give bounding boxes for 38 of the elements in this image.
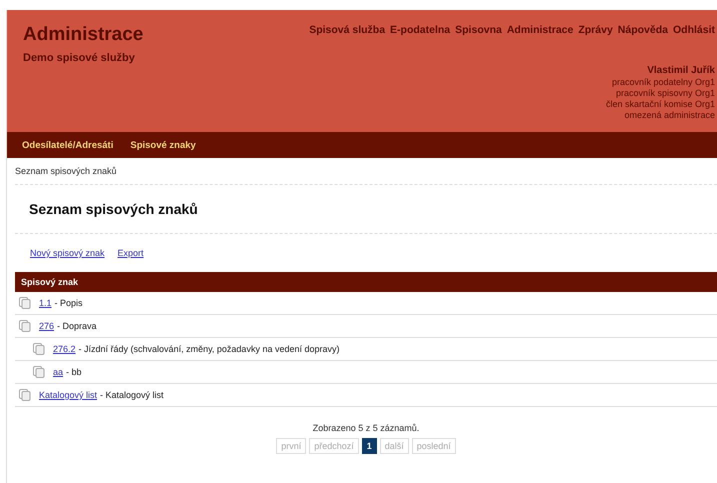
code-link[interactable]: 276.2 — [53, 344, 76, 354]
action-link[interactable]: Nový spisový znak — [30, 248, 105, 258]
menu-link[interactable]: E-podatelna — [390, 24, 450, 36]
code-link[interactable]: aa — [53, 367, 64, 377]
page-heading: Seznam spisových znaků — [29, 201, 198, 217]
user-role: pracovník podatelny Org1 — [612, 77, 715, 88]
menu-link[interactable]: Nápověda — [618, 24, 668, 36]
menu-link[interactable]: Spisovna — [455, 24, 502, 36]
document-icon — [19, 320, 31, 332]
code-description: - Doprava — [57, 321, 97, 331]
menu-link[interactable]: Administrace — [506, 24, 574, 36]
document-icon — [19, 297, 31, 309]
code-description: - Popis — [54, 298, 83, 308]
user-role: člen skartační komise Org1 — [606, 99, 715, 110]
breadcrumb: Seznam spisových znaků — [15, 166, 117, 176]
code-link[interactable]: 276 — [39, 321, 54, 331]
user-role: omezená administrace — [624, 110, 715, 121]
menu-link[interactable]: Odhlásit — [672, 24, 715, 36]
app-subtitle: Demo spisové služby — [23, 52, 136, 64]
code-description: - Jízdní řády (schvalování, změny, požadavky na vedení dopravy) — [78, 344, 340, 354]
user-name: Vlastimil Juřík — [647, 65, 715, 76]
record-count: Zobrazeno 5 z 5 záznamů. — [312, 423, 420, 433]
action-link[interactable]: Export — [118, 248, 144, 258]
menu-link[interactable]: Spisová služba — [309, 24, 386, 36]
app-title: Administrace — [23, 24, 144, 46]
user-role: pracovník spisovny Org1 — [616, 88, 715, 99]
menu-link[interactable]: Zprávy — [578, 24, 613, 36]
page-button[interactable]: 1 — [362, 438, 377, 454]
code-description: - bb — [66, 367, 82, 377]
code-description: - Katalogový list — [100, 390, 164, 400]
code-link[interactable]: Katalogový list — [39, 390, 98, 400]
submenu-link[interactable]: Spisové znaky — [130, 140, 196, 150]
document-icon — [19, 389, 31, 401]
table-header: Spisový znak — [15, 272, 717, 292]
document-icon — [33, 343, 45, 355]
submenu-link[interactable]: Odesílatelé/Adresáti — [22, 140, 114, 150]
code-link[interactable]: 1.1 — [39, 298, 52, 308]
document-icon — [33, 366, 45, 378]
